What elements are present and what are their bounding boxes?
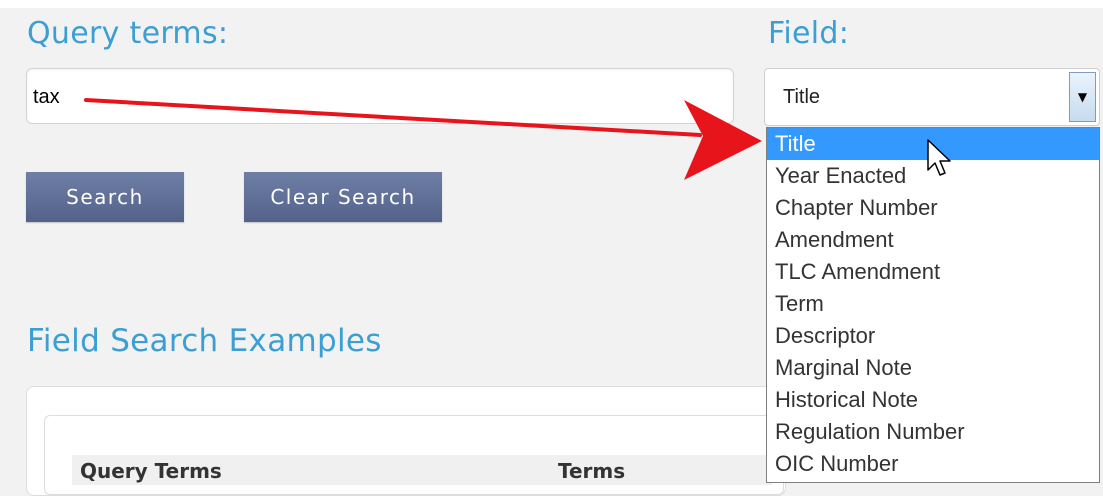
dropdown-option-historical-note[interactable]: Historical Note xyxy=(767,384,1099,416)
column-header-query-terms: Query Terms xyxy=(80,459,222,483)
dropdown-option-regulation-number[interactable]: Regulation Number xyxy=(767,416,1099,448)
dropdown-option-term[interactable]: Term xyxy=(767,288,1099,320)
chevron-down-icon[interactable]: ▼ xyxy=(1069,72,1096,122)
field-select[interactable]: Title ▼ xyxy=(764,68,1100,126)
query-terms-label: Query terms: xyxy=(27,16,229,51)
query-input-value: tax xyxy=(33,86,60,108)
field-label: Field: xyxy=(768,16,850,51)
dropdown-option-oic-number[interactable]: OIC Number xyxy=(767,448,1099,480)
dropdown-option-chapter-number[interactable]: Chapter Number xyxy=(767,192,1099,224)
field-select-value: Title xyxy=(783,86,821,108)
dropdown-option-tlc-amendment[interactable]: TLC Amendment xyxy=(767,256,1099,288)
mouse-cursor-icon xyxy=(927,139,951,176)
search-button[interactable]: Search xyxy=(26,172,184,222)
clear-search-button[interactable]: Clear Search xyxy=(244,172,442,222)
dropdown-option-amendment[interactable]: Amendment xyxy=(767,224,1099,256)
query-input[interactable]: tax xyxy=(26,68,734,124)
field-dropdown-list[interactable]: Title Year Enacted Chapter Number Amendm… xyxy=(766,127,1100,483)
column-header-terms: Terms xyxy=(558,459,626,483)
top-strip xyxy=(0,0,1103,8)
field-search-examples-title: Field Search Examples xyxy=(27,323,382,359)
dropdown-option-marginal-note[interactable]: Marginal Note xyxy=(767,352,1099,384)
dropdown-option-descriptor[interactable]: Descriptor xyxy=(767,320,1099,352)
